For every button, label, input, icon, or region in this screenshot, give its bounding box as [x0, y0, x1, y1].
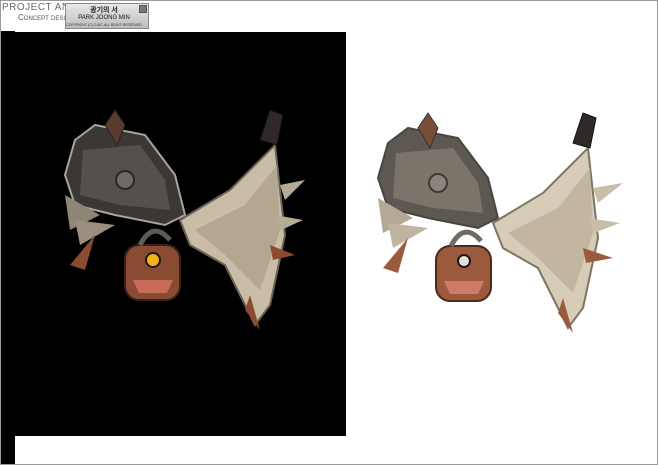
plate-korean-title: 광기의 서: [90, 7, 118, 14]
plate-tab-icon: [139, 5, 147, 13]
title-plate: 광기의 서 PARK JOONG MIN COPYRIGHT (C) CJ&C …: [65, 3, 149, 29]
winged-book-dark-render: [63, 109, 305, 330]
copyright-line: COPYRIGHT (C) CJ&C ALL RIGHT RESERVED: [66, 23, 142, 27]
artist-name: PARK JOONG MIN: [78, 15, 130, 21]
left-black-strip: [0, 0, 15, 465]
concept-header: PROJECT ANIMA Concept design 광기의 서 PARK …: [0, 0, 152, 31]
winged-book-light-render: [376, 112, 623, 333]
